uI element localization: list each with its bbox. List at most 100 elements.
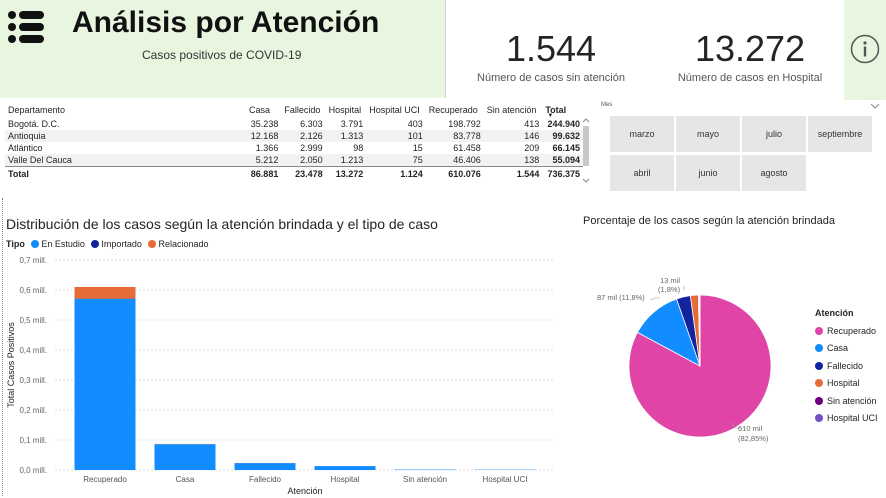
cell-departamento: Bogotá. D.C. <box>8 119 60 129</box>
cell-hospital: 1.313 <box>325 130 367 142</box>
slicer-month-mayo[interactable]: mayo <box>676 116 740 152</box>
total-total: 736.375 <box>542 166 583 181</box>
x-tick-label: Hospital <box>331 475 360 484</box>
total-recuperado: 610.076 <box>425 166 484 181</box>
cell-sin-atencion: 413 <box>524 119 540 129</box>
cell-departamento: Antioquia <box>5 130 246 142</box>
slicer-label: Mes <box>601 102 613 108</box>
cell-sin-atencion: 209 <box>524 143 540 153</box>
bar-segment[interactable] <box>314 466 376 470</box>
legend-swatch <box>815 361 823 370</box>
legend-relacionado[interactable]: Relacionado <box>158 239 208 249</box>
legend-label: Sin atención <box>827 395 877 406</box>
table-row[interactable]: Valle Del Cauca 5.212 2.050 1.213 75 46.… <box>5 154 583 167</box>
cell-hospital: 1.213 <box>325 154 367 167</box>
slicer-month-septiembre[interactable]: septiembre <box>808 116 872 152</box>
total-casa: 86.881 <box>246 166 282 181</box>
cell-casa: 12.168 <box>246 130 282 142</box>
department-table: Departamento Casa Fallecido Hospital Hos… <box>5 101 590 195</box>
cell-hospital-uci: 101 <box>366 130 426 142</box>
pie-label-recuperado-pct: (82,85%) <box>738 434 769 443</box>
chevron-down-icon[interactable] <box>870 102 880 110</box>
legend-swatch <box>815 396 823 405</box>
bar-chart-legend: Tipo En Estudio Importado Relacionado <box>6 239 209 249</box>
table-row[interactable]: Atlántico 1.366 2.999 98 15 61.458 209 6… <box>5 142 583 154</box>
col-sin-atencion[interactable]: Sin atención <box>484 101 543 118</box>
table-scrollbar[interactable] <box>582 118 590 186</box>
hamburger-menu-icon[interactable] <box>8 10 44 44</box>
cell-total: 244.940 <box>547 119 580 129</box>
slicer-month-agosto[interactable]: agosto <box>742 155 806 191</box>
cell-fallecido: 6.303 <box>300 119 323 129</box>
pie-legend-items: Recuperado Casa Fallecido Hospital Sin atenc… <box>815 326 878 431</box>
legend-label: Recuperado <box>827 325 877 336</box>
slicer-month-marzo[interactable]: marzo <box>610 116 674 152</box>
pie-label-fallecido-pct: (1,8%) <box>658 285 681 294</box>
legend-importado[interactable]: Importado <box>101 239 142 249</box>
y-tick-label: 0,5 mill. <box>19 316 47 325</box>
legend-swatch <box>815 326 823 335</box>
pie-legend-item[interactable]: Hospital <box>815 378 878 396</box>
pie-chart-title: Porcentaje de los casos según la atenció… <box>583 215 835 227</box>
pie-chart-legend: Atención Recuperado Casa Fallecido Hospital… <box>815 308 878 431</box>
legend-swatch-importado <box>91 240 100 248</box>
col-recuperado[interactable]: Recuperado <box>426 101 484 118</box>
cell-recuperado: 198.792 <box>448 119 481 129</box>
pie-label-recuperado: 610 mil <box>738 424 763 433</box>
col-hospital-uci[interactable]: Hospital UCI <box>366 101 426 118</box>
col-total[interactable]: Total ▼ <box>542 101 583 120</box>
cell-total: 55.094 <box>542 154 583 167</box>
pie-legend-item[interactable]: Fallecido <box>815 361 878 379</box>
page-title: Análisis por Atención <box>72 6 380 39</box>
legend-label: Hospital UCI <box>827 413 878 423</box>
slicer-month-julio[interactable]: julio <box>742 116 806 152</box>
slicer-month-abril[interactable]: abril <box>610 155 674 191</box>
bar-segment[interactable] <box>74 287 136 299</box>
cell-fallecido: 2.126 <box>281 130 326 142</box>
pie-legend-item[interactable]: Sin atención <box>815 396 878 414</box>
slicer-month-junio[interactable]: junio <box>676 155 740 191</box>
cell-hospital-uci: 15 <box>412 143 423 153</box>
page-subtitle: Casos positivos de COVID-19 <box>142 48 302 62</box>
pie-legend-item[interactable]: Recuperado <box>815 326 878 344</box>
pie-label-casa: 87 mil (11,8%) <box>597 293 645 302</box>
info-icon[interactable] <box>850 34 880 64</box>
sort-desc-icon: ▼ <box>547 113 554 119</box>
pie-chart: 610 mil(82,85%) 87 mil (11,8%) 13 mil(1,8%… <box>597 276 772 443</box>
x-axis-label: Atención <box>287 486 322 496</box>
cell-recuperado: 61.458 <box>453 143 481 153</box>
legend-label: Casa <box>827 343 849 353</box>
total-hospital-uci: 1.124 <box>366 166 426 181</box>
cell-casa: 35.238 <box>250 119 279 129</box>
x-tick-label: Casa <box>176 475 195 484</box>
y-tick-label: 0,0 mill. <box>19 466 47 475</box>
x-tick-label: Recuperado <box>83 475 127 484</box>
col-fallecido[interactable]: Fallecido <box>281 101 325 118</box>
x-tick-label: Fallecido <box>249 475 282 484</box>
legend-en-estudio[interactable]: En Estudio <box>41 239 85 249</box>
y-tick-label: 0,1 mill. <box>19 436 47 445</box>
total-fallecido: 23.478 <box>281 166 326 181</box>
table-row[interactable]: Antioquia 12.168 2.126 1.313 101 83.778 … <box>5 130 583 142</box>
kpi-sin-atencion-label: Número de casos sin atención <box>477 72 625 84</box>
bar-segment[interactable] <box>154 444 216 470</box>
cell-sin-atencion: 146 <box>483 130 543 142</box>
kpi-sin-atencion-value: 1.544 <box>505 28 597 69</box>
x-tick-label: Sin atención <box>403 475 447 484</box>
col-departamento[interactable]: Departamento <box>5 101 246 118</box>
pie-legend-item[interactable]: Hospital UCI <box>815 413 878 431</box>
legend-swatch <box>815 344 823 352</box>
y-tick-label: 0,3 mill. <box>19 376 47 385</box>
cell-recuperado: 83.778 <box>425 130 484 142</box>
y-tick-label: 0,7 mill. <box>19 256 47 265</box>
bar-chart-title: Distribución de los casos según la atenc… <box>6 216 438 232</box>
bar-segment[interactable] <box>74 299 136 470</box>
bar-segment[interactable] <box>234 463 296 470</box>
pie-legend-item[interactable]: Casa <box>815 343 878 361</box>
col-hospital[interactable]: Hospital <box>326 101 367 118</box>
legend-label: Hospital <box>827 378 860 388</box>
cell-total: 99.632 <box>542 130 583 142</box>
total-sin-atencion: 1.544 <box>483 166 543 181</box>
table-row[interactable]: Bogotá. D.C. 35.238 6.303 3.791 403 198.… <box>5 118 583 130</box>
col-casa[interactable]: Casa <box>246 101 281 118</box>
